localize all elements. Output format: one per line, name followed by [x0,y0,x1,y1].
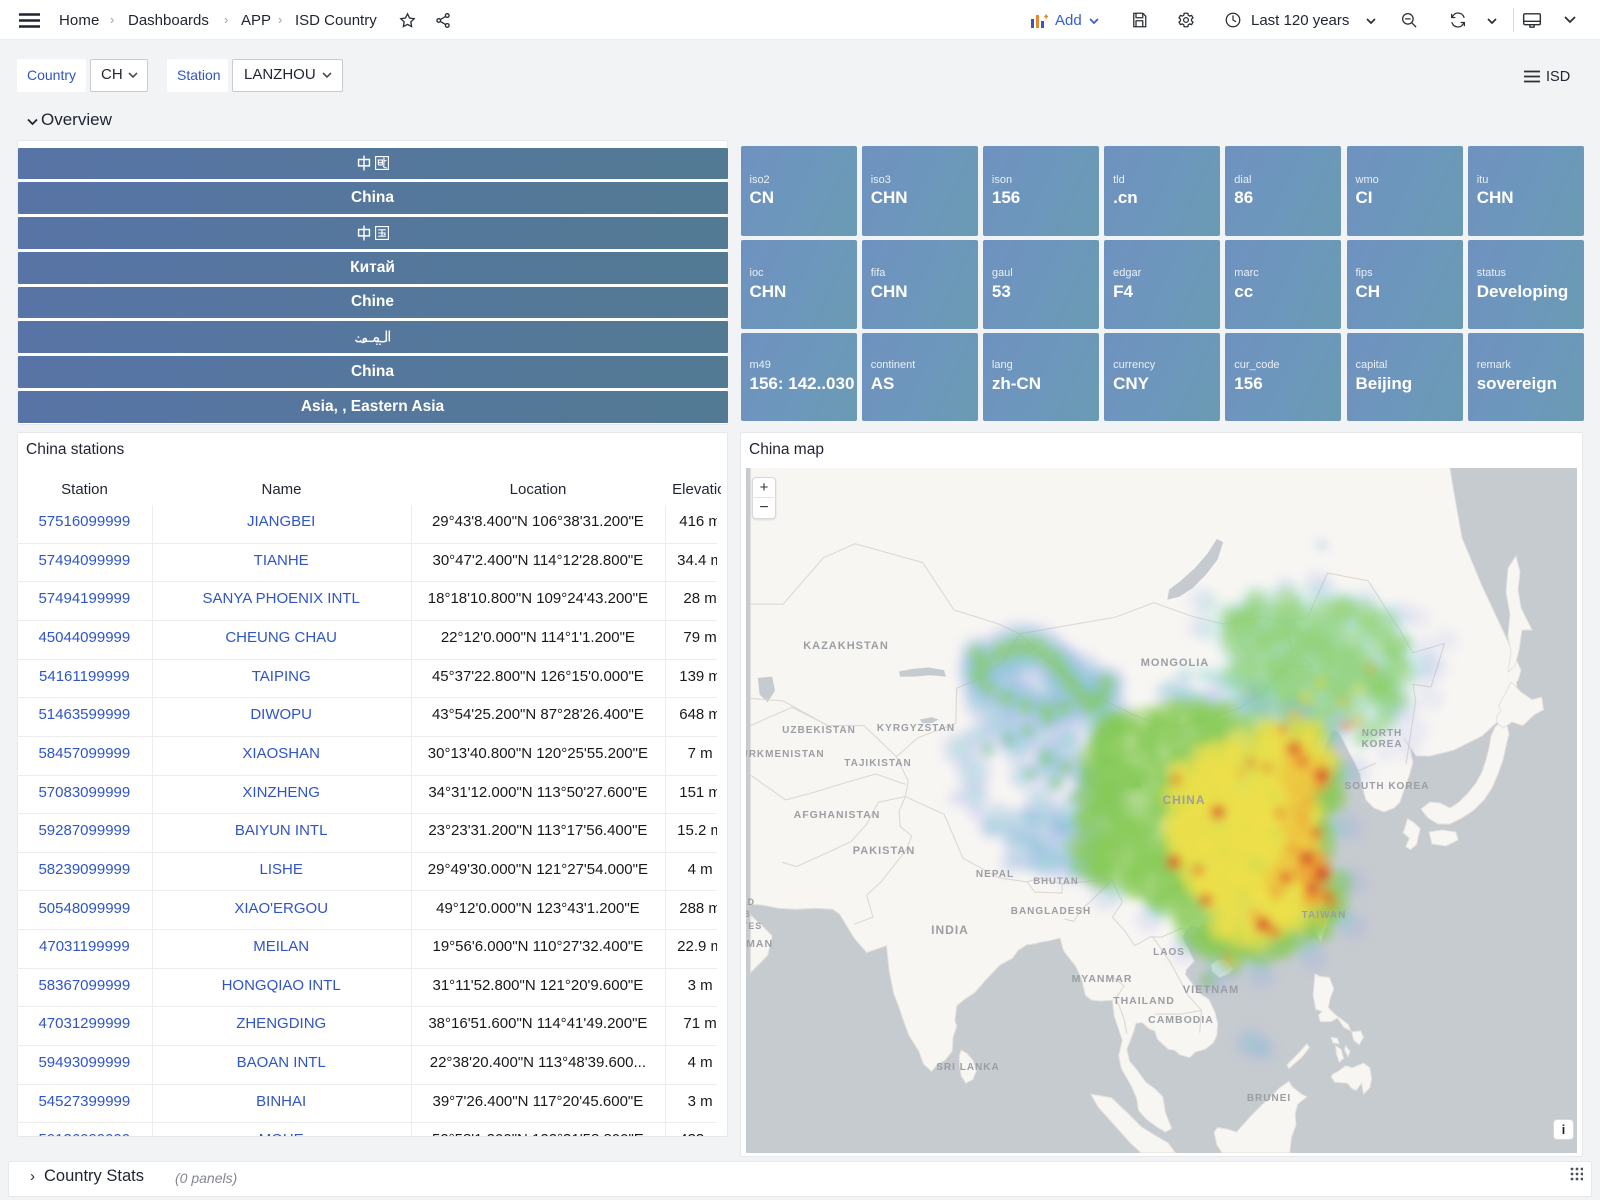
svg-text:CAMBODIA: CAMBODIA [1148,1014,1214,1026]
svg-text:SOUTH KOREA: SOUTH KOREA [1345,781,1430,792]
svg-text:LD: LD [746,897,755,907]
svg-text:INDIA: INDIA [931,923,969,937]
svg-text:B: B [746,909,751,919]
svg-text:BHUTAN: BHUTAN [1033,876,1078,887]
svg-text:MYANMAR: MYANMAR [1072,973,1133,985]
svg-text:TAJIKISTAN: TAJIKISTAN [844,758,911,769]
svg-text:SRI LANKA: SRI LANKA [936,1062,999,1073]
svg-text:NEPAL: NEPAL [976,869,1014,880]
svg-text:BANGLADESH: BANGLADESH [1011,906,1092,917]
svg-text:TURKMENISTAN: TURKMENISTAN [746,749,825,760]
svg-text:KYRGYZSTAN: KYRGYZSTAN [877,723,955,734]
svg-text:OMAN: OMAN [746,938,773,950]
svg-text:AFGHANISTAN: AFGHANISTAN [794,809,881,821]
svg-text:MONGOLIA: MONGOLIA [1141,657,1210,669]
svg-text:BRUNEI: BRUNEI [1247,1093,1291,1104]
svg-text:KOREA: KOREA [1361,739,1402,750]
svg-text:CHINA: CHINA [1163,793,1206,807]
svg-text:UZBEKISTAN: UZBEKISTAN [782,725,856,736]
svg-text:NORTH: NORTH [1362,728,1403,739]
svg-text:TES: TES [746,921,762,931]
svg-text:LAOS: LAOS [1153,947,1185,958]
svg-text:THAILAND: THAILAND [1113,995,1175,1007]
svg-text:KAZAKHSTAN: KAZAKHSTAN [803,640,889,652]
svg-text:VIETNAM: VIETNAM [1183,984,1240,996]
svg-text:TAIWAN: TAIWAN [1302,910,1347,921]
svg-text:PAKISTAN: PAKISTAN [853,845,916,857]
